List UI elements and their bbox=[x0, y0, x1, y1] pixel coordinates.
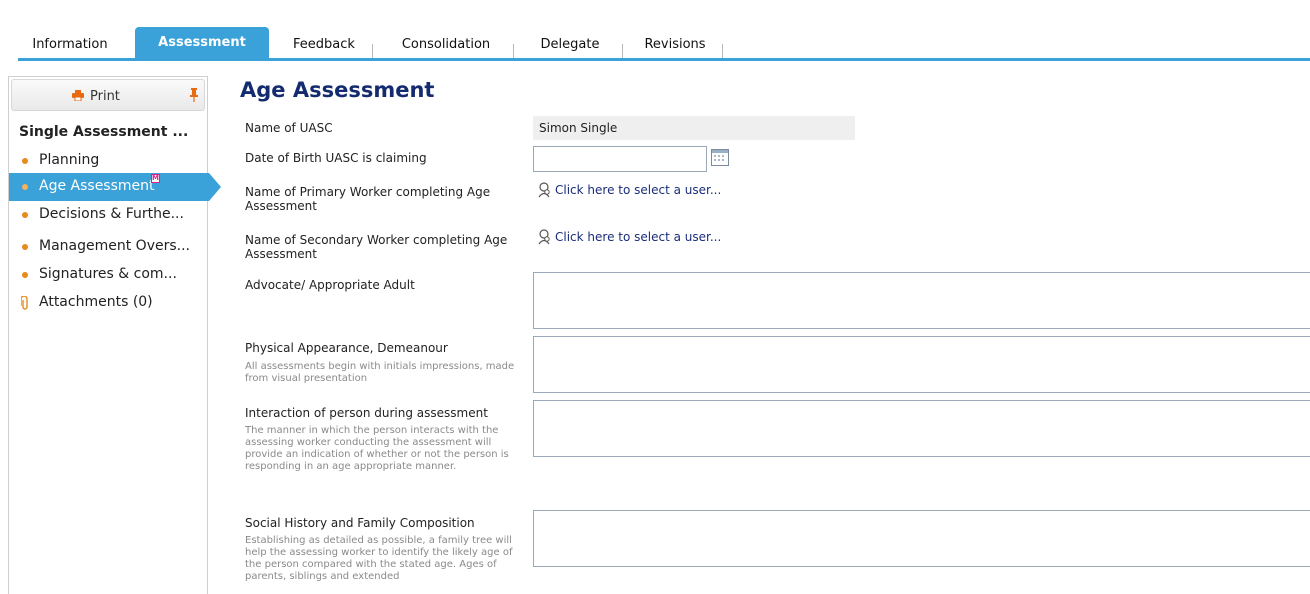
bullet-icon bbox=[22, 158, 28, 164]
calendar-icon[interactable] bbox=[711, 149, 729, 166]
secondary-worker-label: Name of Secondary Worker completing Age … bbox=[245, 233, 508, 261]
social-history-help: Establishing as detailed as possible, a … bbox=[245, 535, 513, 582]
nav-item-management[interactable]: Management Overs... bbox=[9, 235, 207, 259]
interaction-textarea[interactable] bbox=[533, 400, 1310, 457]
nav-item-signatures[interactable]: Signatures & com... bbox=[9, 263, 207, 287]
primary-worker-link[interactable]: Click here to select a user... bbox=[555, 183, 721, 197]
social-history-textarea[interactable] bbox=[533, 510, 1310, 567]
name-value: Simon Single bbox=[533, 116, 855, 140]
active-arrow bbox=[209, 173, 221, 201]
print-label: Print bbox=[90, 89, 120, 104]
pin-icon[interactable] bbox=[190, 88, 198, 102]
bullet-icon bbox=[22, 272, 28, 278]
tab-divider bbox=[513, 44, 514, 58]
secondary-worker-link[interactable]: Click here to select a user... bbox=[555, 230, 721, 244]
tab-consolidation[interactable]: Consolidation bbox=[385, 33, 507, 59]
user-search-icon bbox=[538, 182, 550, 198]
tab-revisions[interactable]: Revisions bbox=[630, 33, 720, 59]
tab-divider bbox=[622, 44, 623, 58]
app-window: Information Assessment Feedback Consolid… bbox=[0, 0, 1310, 594]
paperclip-icon bbox=[21, 296, 28, 310]
nav-label: Decisions & Furthe... bbox=[39, 206, 184, 222]
dob-input[interactable] bbox=[533, 146, 707, 172]
social-history-label: Social History and Family Composition bbox=[245, 516, 475, 530]
tab-delegate[interactable]: Delegate bbox=[522, 33, 618, 59]
nav-item-decisions[interactable]: Decisions & Furthe... bbox=[9, 203, 207, 227]
nav-label: Management Overs... bbox=[39, 238, 190, 254]
bullet-icon bbox=[22, 244, 28, 250]
advocate-label: Advocate/ Appropriate Adult bbox=[245, 278, 415, 292]
tab-assessment[interactable]: Assessment bbox=[135, 27, 269, 59]
printer-icon bbox=[72, 90, 84, 101]
nav-item-age-assessment[interactable]: Age Assessment M bbox=[9, 173, 221, 201]
bullet-icon bbox=[22, 184, 28, 190]
tree-title[interactable]: Single Assessment ... bbox=[19, 124, 188, 140]
appearance-textarea[interactable] bbox=[533, 336, 1310, 393]
nav-label: Planning bbox=[39, 152, 100, 168]
primary-worker-label: Name of Primary Worker completing Age As… bbox=[245, 185, 491, 213]
user-search-icon bbox=[538, 229, 550, 245]
appearance-label: Physical Appearance, Demeanour bbox=[245, 341, 448, 355]
nav-label: Age Assessment bbox=[39, 178, 155, 194]
tab-bar: Information Assessment Feedback Consolid… bbox=[0, 0, 1310, 62]
appearance-help: All assessments begin with initials impr… bbox=[245, 361, 515, 384]
interaction-help: The manner in which the person interacts… bbox=[245, 425, 509, 472]
name-label: Name of UASC bbox=[245, 121, 333, 135]
tab-information[interactable]: Information bbox=[18, 33, 122, 59]
dob-label: Date of Birth UASC is claiming bbox=[245, 151, 427, 165]
page-title: Age Assessment bbox=[240, 78, 435, 102]
nav-label: Signatures & com... bbox=[39, 266, 177, 282]
bullet-icon bbox=[22, 212, 28, 218]
tab-underline bbox=[18, 58, 1310, 61]
advocate-textarea[interactable] bbox=[533, 272, 1310, 329]
nav-item-attachments[interactable]: Attachments (0) bbox=[9, 291, 207, 315]
sidebar: Print Single Assessment ... Planning Age… bbox=[8, 76, 221, 594]
print-button[interactable]: Print bbox=[11, 79, 205, 111]
tab-divider bbox=[722, 44, 723, 58]
tab-divider bbox=[372, 44, 373, 58]
nav-label: Attachments (0) bbox=[39, 294, 153, 310]
nav-item-planning[interactable]: Planning bbox=[9, 149, 207, 173]
mandatory-badge: M bbox=[151, 174, 160, 183]
tab-feedback[interactable]: Feedback bbox=[278, 33, 370, 59]
interaction-label: Interaction of person during assessment bbox=[245, 406, 488, 420]
